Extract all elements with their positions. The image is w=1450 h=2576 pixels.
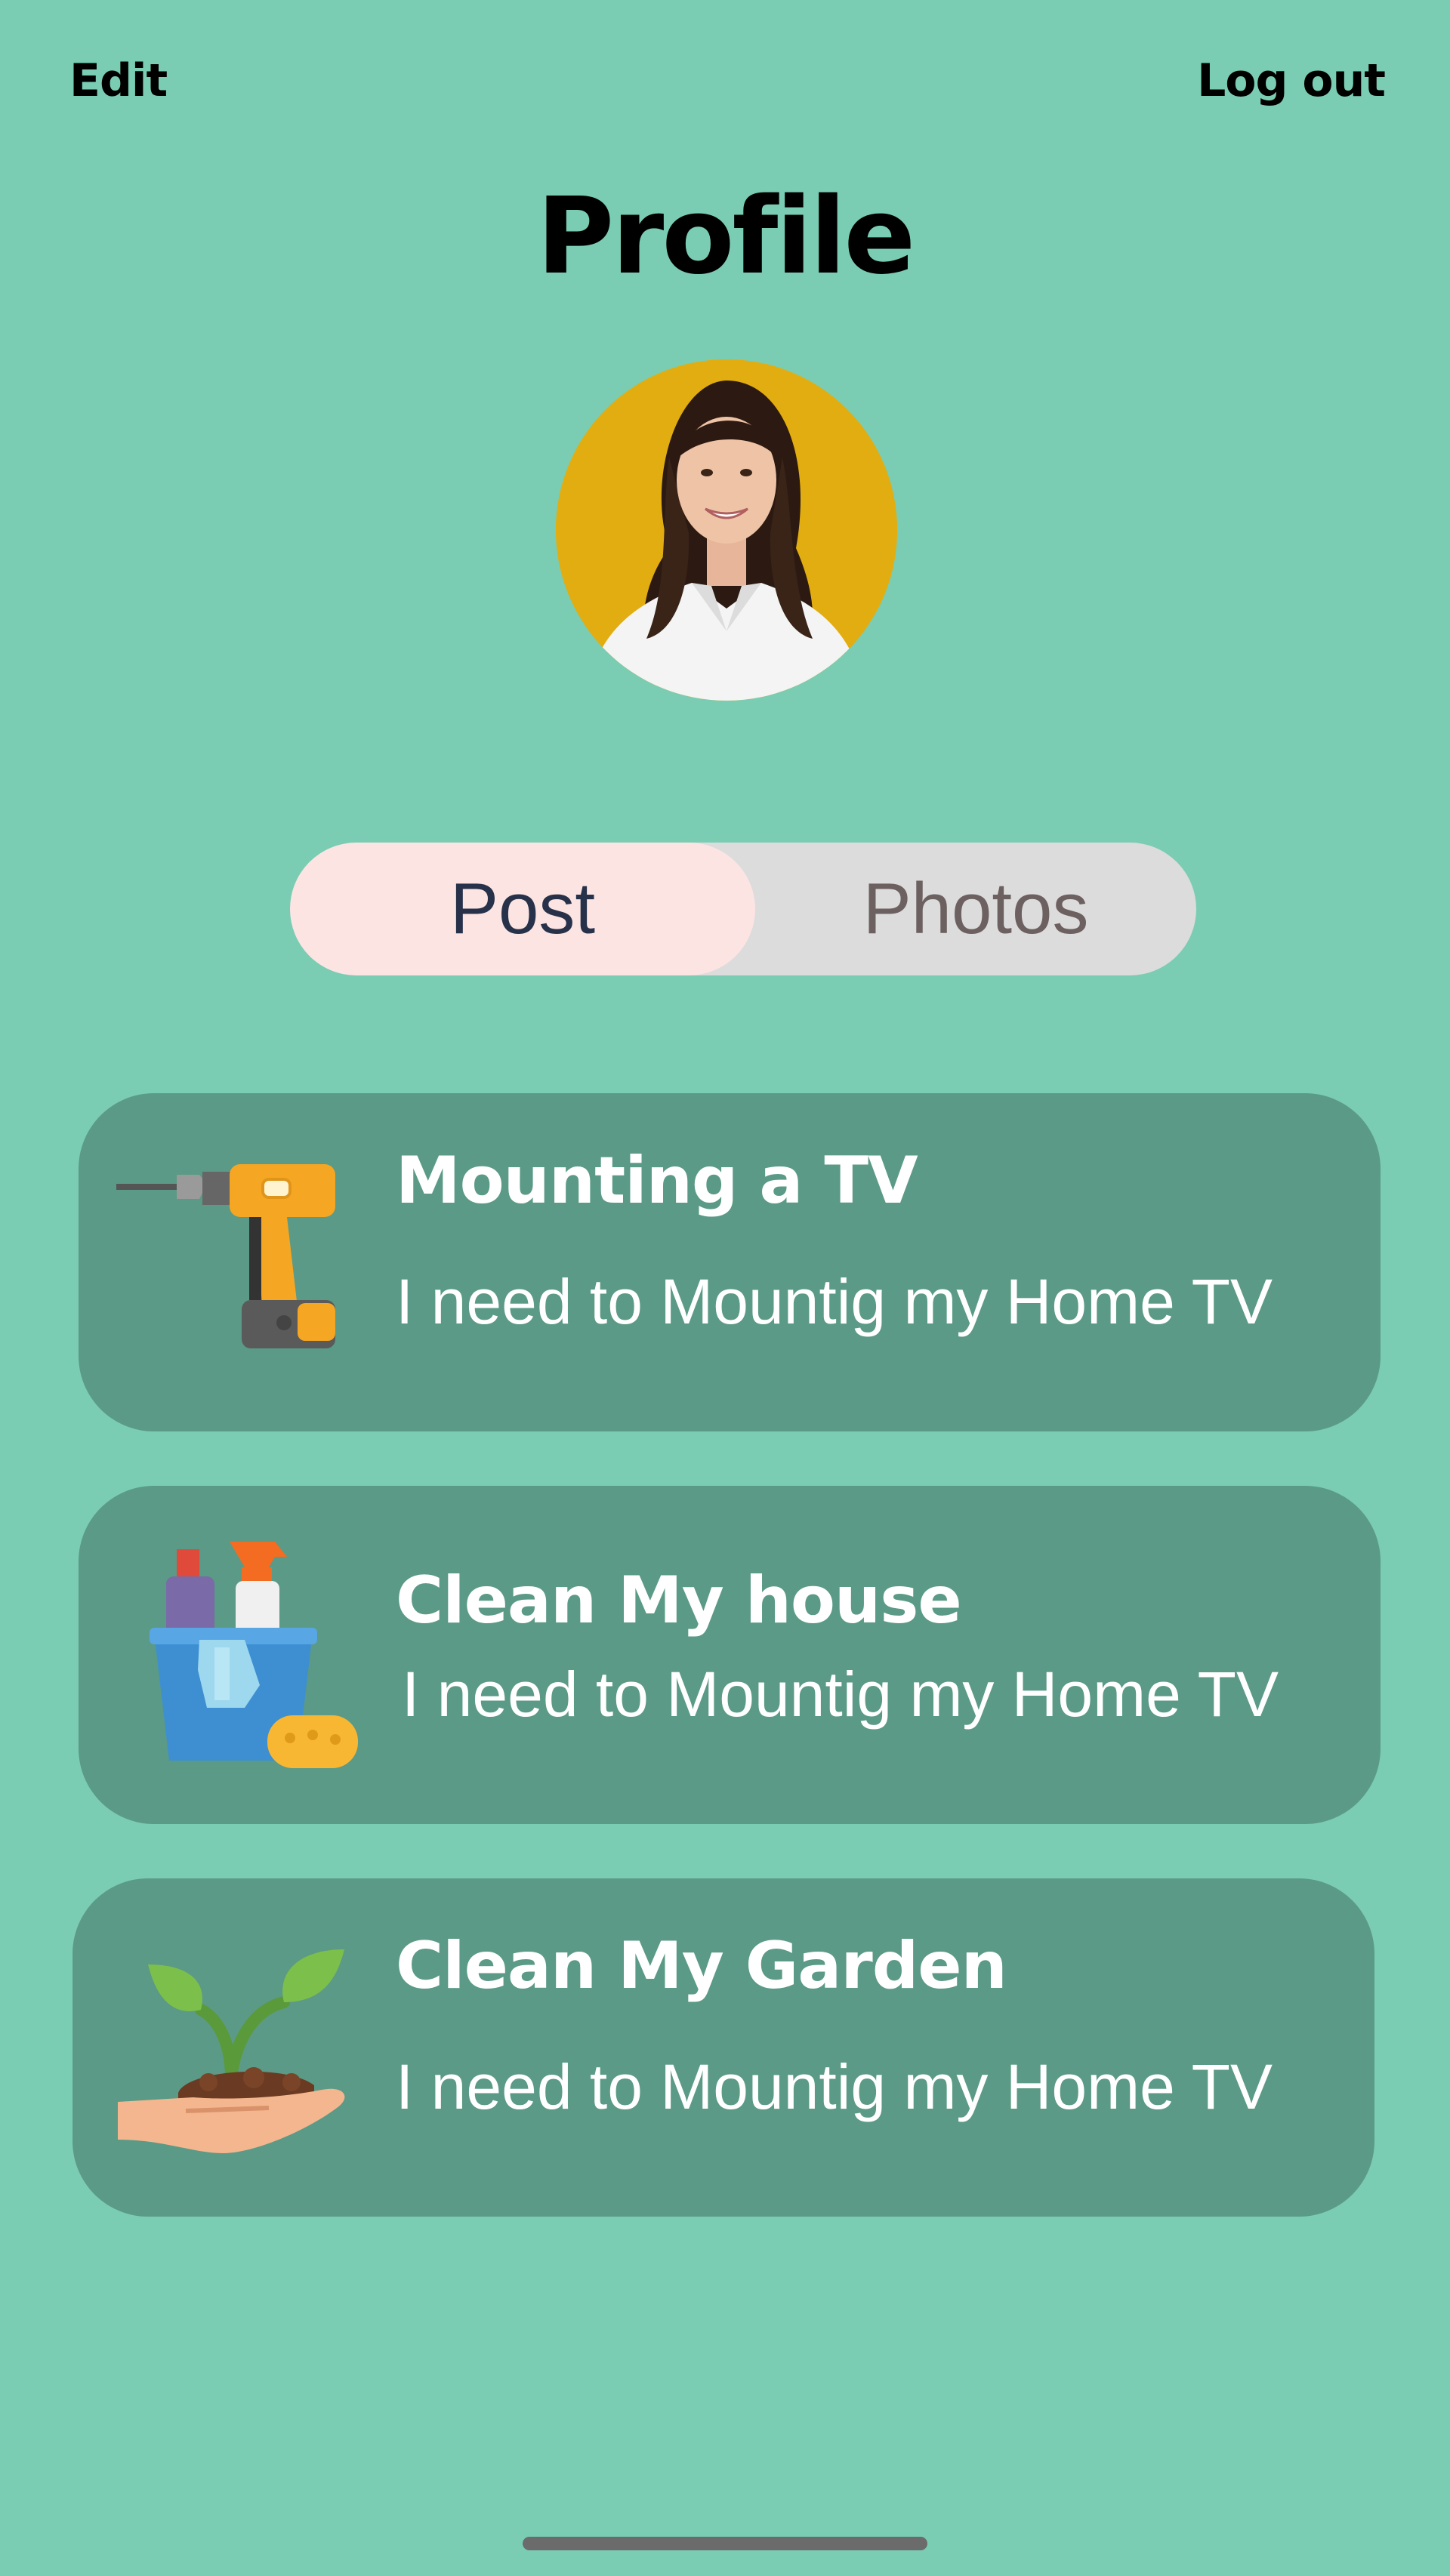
page-title: Profile	[536, 175, 916, 298]
drill-icon	[109, 1142, 366, 1383]
post-title: Clean My house	[396, 1563, 962, 1638]
logout-button[interactable]: Log out	[1197, 54, 1386, 107]
avatar[interactable]	[556, 359, 897, 701]
post-title: Clean My Garden	[396, 1928, 1007, 2004]
post-title: Mounting a TV	[396, 1143, 918, 1219]
tab-post[interactable]: Post	[290, 843, 755, 975]
post-description: I need to Mountig my Home TV	[396, 2051, 1273, 2122]
edit-button[interactable]: Edit	[69, 54, 168, 107]
post-description: I need to Mountig my Home TV	[402, 1659, 1279, 1730]
post-description: I need to Mountig my Home TV	[396, 1266, 1273, 1337]
tab-photos[interactable]: Photos	[755, 843, 1196, 975]
cleaning-bucket-icon	[109, 1534, 366, 1776]
post-photos-toggle: Post Photos	[290, 843, 1196, 975]
profile-photo	[556, 359, 897, 701]
post-card[interactable]: Mounting a TV I need to Mountig my Home …	[79, 1093, 1381, 1431]
post-card[interactable]: Clean My Garden I need to Mountig my Hom…	[72, 1878, 1374, 2217]
post-card[interactable]: Clean My house I need to Mountig my Home…	[79, 1486, 1381, 1824]
home-indicator[interactable]	[523, 2537, 927, 2550]
plant-in-hand-icon	[103, 1927, 359, 2168]
